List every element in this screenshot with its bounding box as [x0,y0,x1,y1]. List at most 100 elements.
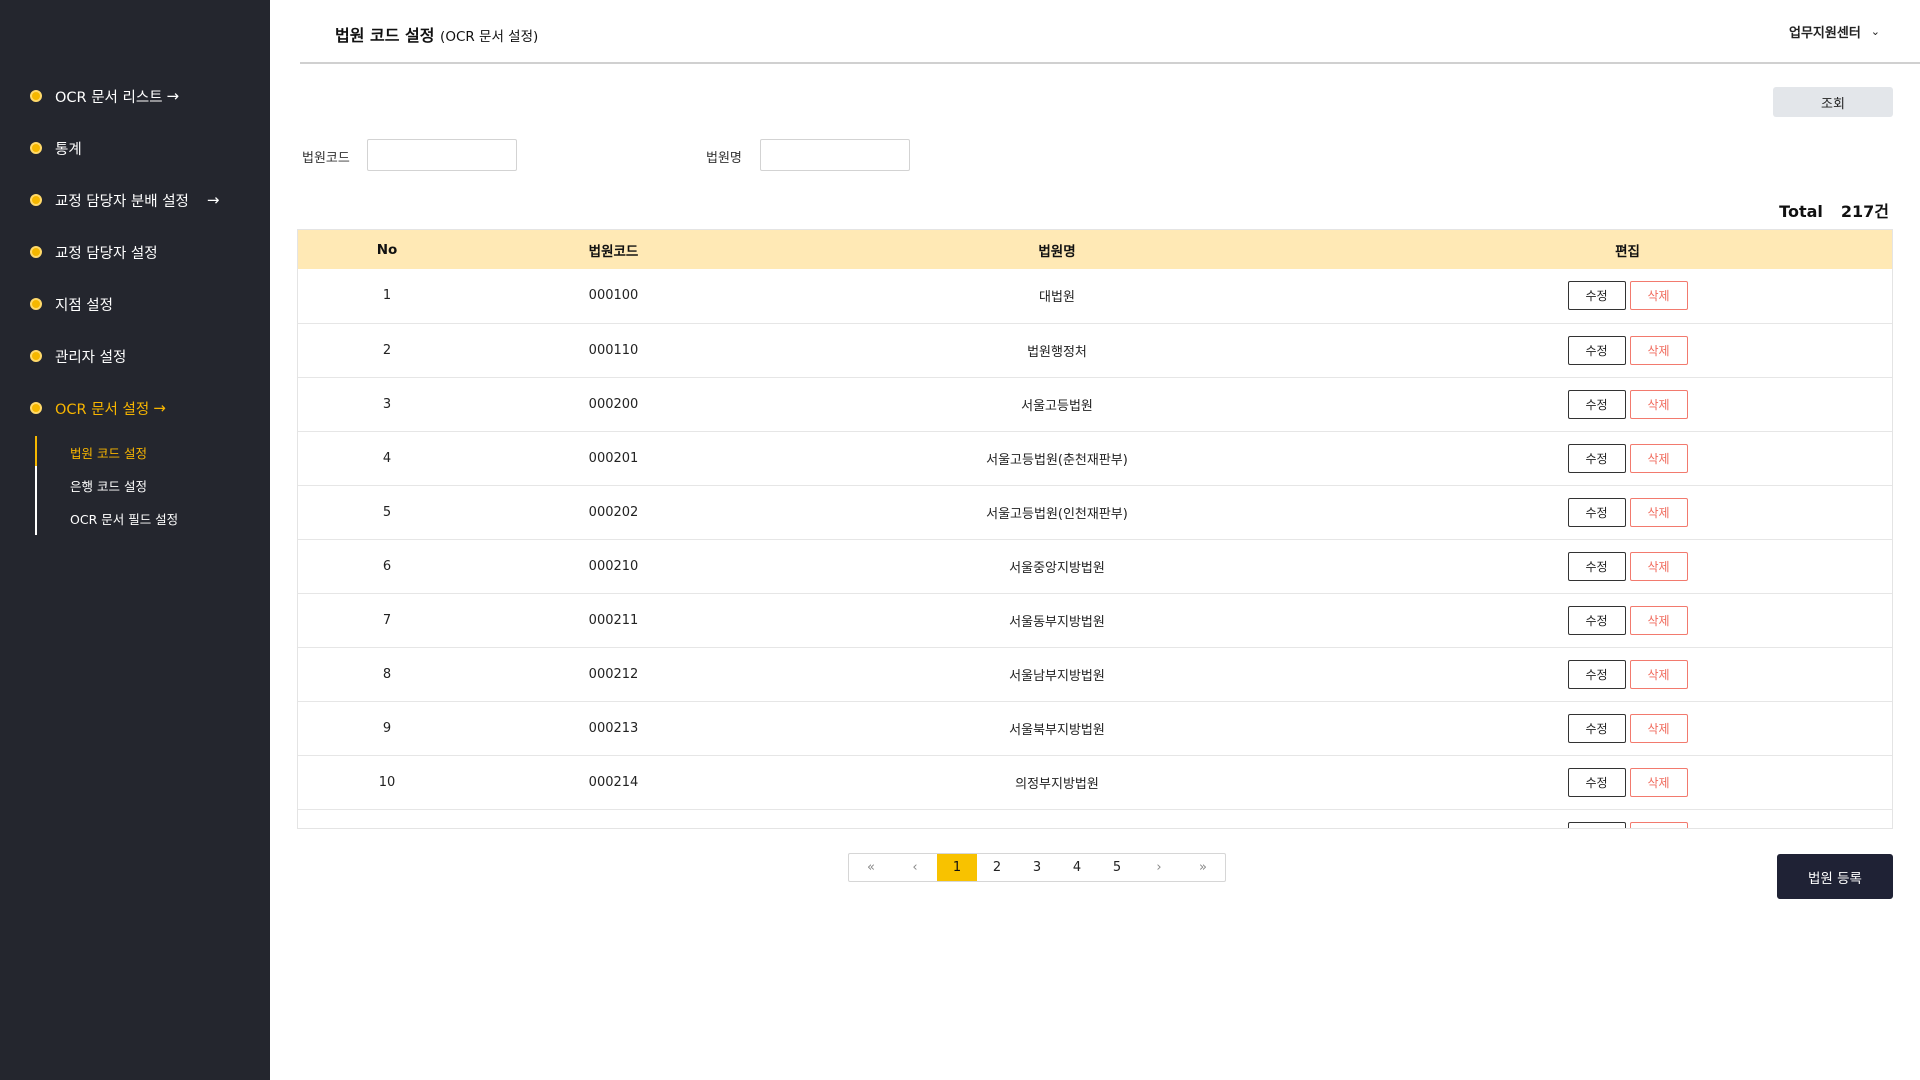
edit-button[interactable]: 수정 [1567,497,1626,527]
sidebar-item-admin-settings[interactable]: 관리자 설정 [0,330,270,382]
last-page-icon[interactable]: » [1181,854,1225,881]
sidebar-item-ocr-document-settings[interactable]: OCR 문서 설정 → [0,382,270,434]
page-button-5[interactable]: 5 [1097,854,1137,881]
next-page-icon[interactable]: › [1137,854,1181,881]
delete-button[interactable]: 삭제 [1629,497,1688,527]
delete-button[interactable]: 삭제 [1629,335,1688,365]
cell-no [298,809,476,828]
sidebar-item-label: 교정 담당자 설정 [55,245,158,262]
cell-no: 8 [382,666,392,682]
delete-button[interactable]: 삭제 [1629,767,1688,797]
edit-button[interactable]: 수정 [1567,335,1626,365]
court-name-label: 법원명 [706,151,742,166]
cell-name: 서울고등법원 [1021,398,1093,414]
delete-button[interactable]: 삭제 [1629,605,1688,635]
sidebar: OCR 문서 리스트 → 통계 교정 담당자 분배 설정 → 교정 담당자 설정… [0,0,270,1080]
arrow-right-icon: → [206,191,220,209]
edit-button[interactable]: 수정 [1567,713,1626,743]
cell-no: 3 [382,396,392,412]
cell-code: 000210 [588,558,639,574]
delete-button[interactable]: 삭제 [1629,443,1688,473]
cell-actions: 수정삭제 [1363,809,1892,828]
delete-button[interactable]: 삭제 [1629,659,1688,689]
bullet-dot-icon [30,246,42,258]
cell-name [751,809,1363,828]
cell-name: 서울남부지방법원 [1009,668,1105,684]
center-select-dropdown[interactable]: 업무지원센터 ⌄ [1789,22,1880,41]
cell-no: 4 [382,450,392,466]
cell-name: 법원행정처 [1027,344,1087,360]
column-header-name: 법원명 [1038,243,1076,260]
bullet-dot-icon [30,350,42,362]
court-code-input[interactable] [367,139,517,171]
delete-button[interactable]: 삭제 [1629,821,1688,828]
court-code-label: 법원코드 [302,151,350,166]
search-button[interactable]: 조회 [1773,87,1893,117]
edit-button[interactable]: 수정 [1567,389,1626,419]
center-select-label: 업무지원센터 [1789,26,1861,41]
page-button-3[interactable]: 3 [1017,854,1057,881]
cell-no: 10 [378,774,396,790]
edit-button[interactable]: 수정 [1567,767,1626,797]
cell-code: 000213 [588,720,639,736]
chevron-down-icon: ⌄ [1870,25,1880,38]
table-row: 8 000212 서울남부지방법원 수정 삭제 [298,647,1892,701]
court-code-table-container[interactable]: No 법원코드 법원명 편집 1 000100 대법원 수정 삭제 2 00011… [297,229,1893,829]
page-button-4[interactable]: 4 [1057,854,1097,881]
sidebar-item-statistics[interactable]: 통계 [0,122,270,174]
cell-no: 7 [382,612,392,628]
total-count: Total 217건 [1779,198,1889,222]
sidebar-item-label: OCR 문서 리스트 [55,89,163,106]
delete-button[interactable]: 삭제 [1629,389,1688,419]
page-button-1[interactable]: 1 [937,854,977,881]
table-row: 9 000213 서울북부지방법원 수정 삭제 [298,701,1892,755]
delete-button[interactable]: 삭제 [1629,281,1688,311]
cell-code: 000200 [588,396,639,412]
sidebar-item-label: 지점 설정 [55,297,113,314]
court-name-input[interactable] [760,139,910,171]
table-row: 5 000202 서울고등법원(인천재판부) 수정 삭제 [298,485,1892,539]
cell-actions: 수정삭제 [1363,323,1892,377]
delete-button[interactable]: 삭제 [1629,713,1688,743]
page-button-2[interactable]: 2 [977,854,1017,881]
total-label: Total [1779,202,1823,221]
sidebar-subitem-court-code[interactable]: 법원 코드 설정 [37,436,270,469]
sidebar-subitem-ocr-field[interactable]: OCR 문서 필드 설정 [37,502,270,535]
cell-code [476,809,751,828]
bullet-dot-icon [30,194,42,206]
edit-button[interactable]: 수정 [1567,281,1626,311]
cell-no: 9 [382,720,392,736]
cell-no: 2 [382,342,392,358]
edit-button[interactable]: 수정 [1567,551,1626,581]
edit-button[interactable]: 수정 [1567,821,1626,828]
first-page-icon[interactable]: « [849,854,893,881]
sidebar-item-ocr-document-list[interactable]: OCR 문서 리스트 → [0,70,270,122]
cell-code: 000201 [588,450,639,466]
cell-actions: 수정삭제 [1363,269,1892,323]
delete-button[interactable]: 삭제 [1629,551,1688,581]
prev-page-icon[interactable]: ‹ [893,854,937,881]
sidebar-item-label: OCR 문서 설정 [55,401,150,418]
cell-actions: 수정삭제 [1363,431,1892,485]
sidebar-item-label: 교정 담당자 분배 설정 [55,193,189,210]
arrow-right-icon: → [153,399,166,417]
page-title-text: 법원 코드 설정 [335,26,435,45]
sidebar-item-proofreader-settings[interactable]: 교정 담당자 설정 [0,226,270,278]
edit-button[interactable]: 수정 [1567,605,1626,635]
register-court-button[interactable]: 법원 등록 [1777,854,1893,899]
bullet-dot-icon [30,90,42,102]
table-row: 1 000100 대법원 수정 삭제 [298,269,1892,323]
bullet-dot-icon [30,402,42,414]
edit-button[interactable]: 수정 [1567,443,1626,473]
table-row: 6 000210 서울중앙지방법원 수정 삭제 [298,539,1892,593]
cell-actions: 수정삭제 [1363,593,1892,647]
sidebar-subitem-bank-code[interactable]: 은행 코드 설정 [37,469,270,502]
sidebar-nav: OCR 문서 리스트 → 통계 교정 담당자 분배 설정 → 교정 담당자 설정… [0,70,270,535]
edit-button[interactable]: 수정 [1567,659,1626,689]
main-content: 법원 코드 설정 (OCR 문서 설정) 업무지원센터 ⌄ 조회 법원코드 법원… [270,0,1920,1080]
table-row: 4 000201 서울고등법원(춘천재판부) 수정 삭제 [298,431,1892,485]
sidebar-item-branch-settings[interactable]: 지점 설정 [0,278,270,330]
table-row: 7 000211 서울동부지방법원 수정 삭제 [298,593,1892,647]
sidebar-item-proofreader-distribution[interactable]: 교정 담당자 분배 설정 → [0,174,270,226]
bullet-dot-icon [30,298,42,310]
